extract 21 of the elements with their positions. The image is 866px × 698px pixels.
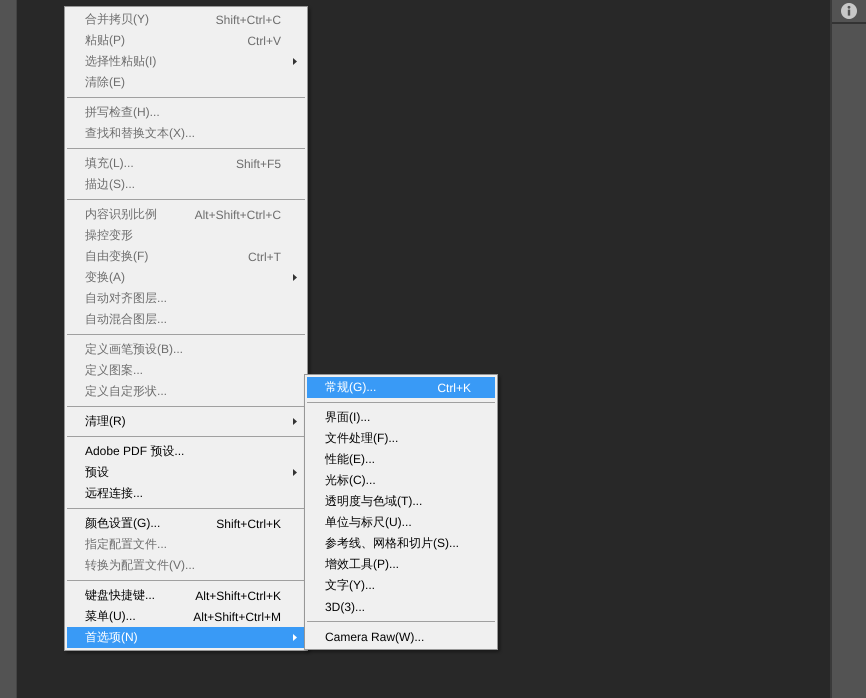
menu-item[interactable]: Camera Raw(W)... [307, 626, 495, 647]
menu-item[interactable]: 菜单(U)... Alt+Shift+Ctrl+M [67, 606, 305, 627]
menu-item[interactable]: 颜色设置(G)... Shift+Ctrl+K [67, 513, 305, 534]
menu-item[interactable]: Adobe PDF 预设... [67, 441, 305, 462]
menu-item[interactable]: 键盘快捷键... Alt+Shift+Ctrl+K [67, 585, 305, 606]
menu-item[interactable]: 清理(R) [67, 411, 305, 432]
menu-item[interactable]: 首选项(N) [67, 627, 305, 648]
menu-item[interactable]: 文字(Y)... [307, 575, 495, 596]
menu-item[interactable]: 性能(E)... [307, 449, 495, 470]
menu-item[interactable]: 常规(G)... Ctrl+K [307, 377, 495, 398]
menu-item[interactable]: 3D(3)... [307, 596, 495, 617]
menu-item[interactable]: 单位与标尺(U)... [307, 512, 495, 533]
menu-item[interactable]: 增效工具(P)... [307, 554, 495, 575]
menu-item[interactable]: 透明度与色域(T)... [307, 491, 495, 512]
menu-item[interactable]: 远程连接... [67, 483, 305, 504]
menu-item[interactable]: 界面(I)... [307, 407, 495, 428]
menu-item[interactable]: 文件处理(F)... [307, 428, 495, 449]
menu-item[interactable]: 预设 [67, 462, 305, 483]
info-icon[interactable] [841, 3, 857, 19]
menu-item[interactable]: 参考线、网格和切片(S)... [307, 533, 495, 554]
menu-item[interactable]: 光标(C)... [307, 470, 495, 491]
